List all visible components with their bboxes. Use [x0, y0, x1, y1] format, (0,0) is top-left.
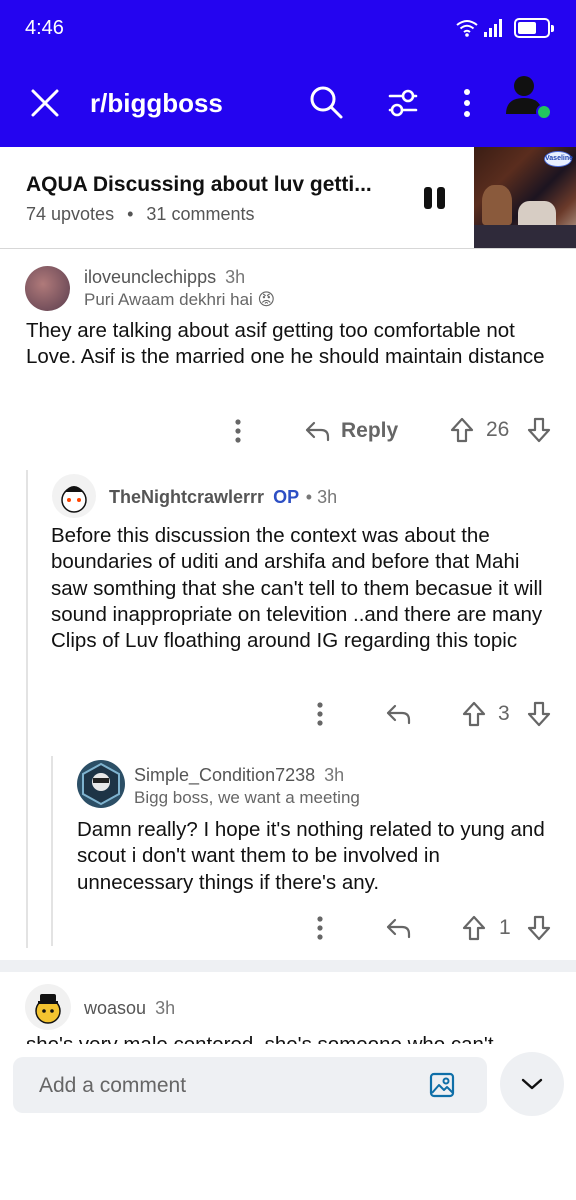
wifi-icon — [456, 20, 478, 37]
comment-username[interactable]: iloveunclechipps 3h — [84, 267, 245, 288]
comment-time: 3h — [155, 998, 176, 1018]
downvote-icon[interactable] — [526, 914, 552, 942]
avatar[interactable] — [77, 760, 125, 808]
avatar[interactable] — [52, 474, 96, 518]
user-flair: Bigg boss, we want a meeting — [134, 788, 360, 807]
filter-icon[interactable] — [386, 86, 420, 120]
comment-body: Damn really? I hope it's nothing related… — [77, 818, 545, 894]
more-options-icon[interactable] — [311, 701, 329, 727]
comment-count: 31 comments — [146, 204, 255, 224]
pause-icon[interactable] — [424, 187, 446, 209]
thread-divider — [0, 960, 576, 972]
comment-input[interactable]: Add a comment — [13, 1057, 487, 1113]
upvote-count: 74 upvotes — [26, 204, 115, 224]
post-summary[interactable]: AQUA Discussing about luv getti... 74 up… — [0, 147, 576, 249]
collapse-button[interactable] — [500, 1052, 564, 1116]
online-status-dot — [536, 104, 552, 120]
thumbnail-logo: Vaseline — [544, 151, 573, 167]
comment-score: 1 — [499, 916, 511, 939]
downvote-icon[interactable] — [526, 700, 552, 728]
comment-time: 3h — [324, 765, 345, 785]
avatar[interactable] — [25, 984, 71, 1030]
comment-score: 3 — [498, 702, 510, 725]
comment-score: 26 — [486, 418, 510, 441]
more-icon[interactable] — [455, 86, 479, 120]
chevron-down-icon — [521, 1078, 543, 1090]
search-icon[interactable] — [308, 84, 344, 120]
comment-body: Before this discussion the context was a… — [51, 524, 543, 653]
upvote-icon[interactable] — [461, 700, 487, 728]
comment-username[interactable]: woasou 3h — [84, 998, 175, 1019]
signal-icon — [484, 19, 502, 37]
reply-button[interactable]: Reply — [303, 418, 398, 444]
more-options-icon[interactable] — [229, 418, 247, 444]
upvote-icon[interactable] — [461, 914, 487, 942]
reply-icon — [305, 421, 330, 442]
op-badge: OP — [273, 487, 299, 507]
comment-placeholder: Add a comment — [39, 1074, 187, 1097]
comment-time: 3h — [225, 267, 246, 287]
app-header: 4:46 r/biggboss — [0, 0, 576, 147]
thread-line[interactable] — [51, 756, 53, 946]
battery-icon — [514, 18, 554, 38]
add-image-icon[interactable] — [429, 1072, 455, 1098]
comment-composer-bar: Add a comment — [0, 1044, 576, 1200]
post-thumbnail[interactable]: Vaseline — [474, 147, 576, 248]
downvote-icon[interactable] — [526, 416, 552, 444]
comment-body: They are talking about asif getting too … — [26, 319, 545, 369]
post-title[interactable]: AQUA Discussing about luv getti... — [26, 173, 372, 197]
more-options-icon[interactable] — [311, 915, 329, 941]
avatar[interactable] — [25, 266, 70, 311]
meta-separator: • — [127, 204, 134, 224]
upvote-icon[interactable] — [449, 416, 475, 444]
comment-username[interactable]: Simple_Condition7238 3h — [134, 765, 344, 786]
close-icon[interactable] — [28, 86, 62, 120]
status-time: 4:46 — [25, 17, 64, 39]
comment-time: • 3h — [305, 487, 338, 507]
reply-icon[interactable] — [384, 915, 412, 941]
subreddit-title[interactable]: r/biggboss — [90, 88, 223, 119]
thread-line[interactable] — [26, 470, 28, 948]
reply-icon[interactable] — [384, 701, 412, 727]
comment-username[interactable]: TheNightcrawlerrr OP • 3h — [109, 487, 337, 508]
user-flair: Puri Awaam dekhri hai 😡 — [84, 290, 276, 309]
status-icons — [456, 18, 554, 38]
post-meta: 74 upvotes • 31 comments — [26, 204, 254, 225]
comment-body-truncated: she's very male centered, she's someone … — [26, 1032, 556, 1044]
